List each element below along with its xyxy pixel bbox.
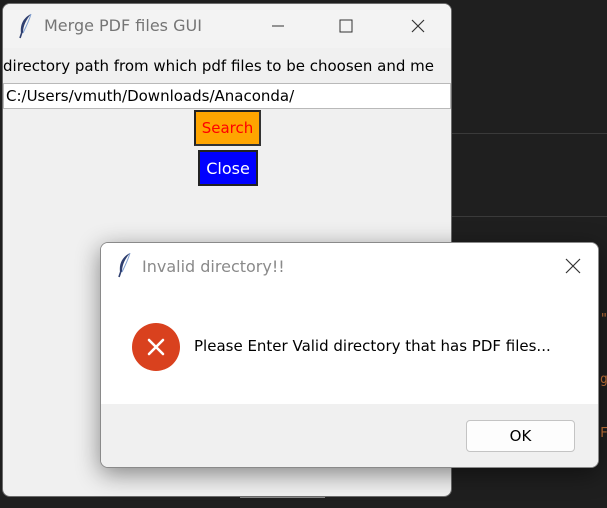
background-text: g [600, 372, 607, 387]
maximize-button[interactable] [323, 4, 369, 48]
dialog-close-button[interactable] [548, 243, 598, 289]
window-title: Merge PDF files GUI [44, 16, 202, 35]
feather-icon [17, 13, 35, 39]
dialog-message: Please Enter Valid directory that has PD… [194, 337, 551, 355]
background-divider [452, 133, 607, 134]
feather-icon [116, 252, 134, 278]
dialog-footer: OK [101, 404, 598, 467]
ok-button[interactable]: OK [466, 420, 575, 452]
background-text: F [600, 426, 607, 441]
error-icon [132, 323, 180, 371]
minimize-button[interactable] [255, 4, 301, 48]
close-window-button[interactable] [395, 4, 441, 48]
dialog-titlebar[interactable]: Invalid directory!! [101, 243, 598, 289]
titlebar[interactable]: Merge PDF files GUI [3, 4, 451, 48]
close-icon [565, 258, 581, 274]
minimize-icon [272, 25, 284, 27]
dialog-title: Invalid directory!! [142, 257, 285, 276]
directory-path-input[interactable] [3, 83, 451, 109]
invalid-directory-dialog: Invalid directory!! Please Enter Valid d… [100, 242, 599, 468]
maximize-icon [339, 19, 353, 33]
close-button[interactable]: Close [198, 150, 258, 186]
directory-prompt-label: directory path from which pdf files to b… [3, 57, 435, 75]
background-text: " [600, 312, 607, 327]
background-divider [240, 497, 325, 498]
search-button[interactable]: Search [194, 110, 261, 146]
background-divider [452, 216, 607, 217]
close-icon [411, 19, 425, 33]
